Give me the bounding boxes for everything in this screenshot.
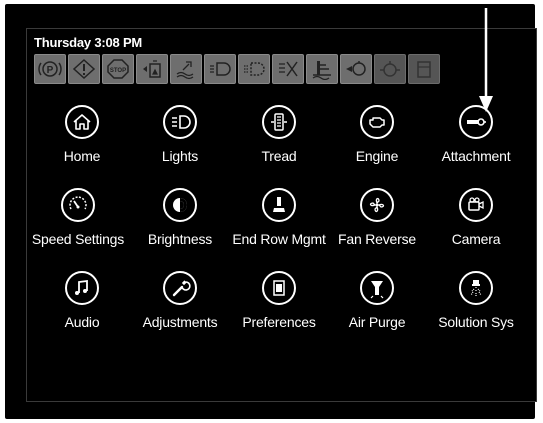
menu-item-adjustments[interactable]: Adjustments bbox=[125, 271, 235, 330]
joystick-icon bbox=[262, 188, 296, 222]
menu-item-speed-settings[interactable]: Speed Settings bbox=[23, 188, 133, 247]
menu-label: Camera bbox=[451, 231, 501, 247]
wrench-icon bbox=[163, 271, 197, 305]
document-icon bbox=[262, 271, 296, 305]
menu-item-tread[interactable]: Tread bbox=[224, 105, 334, 164]
lights-icon bbox=[163, 105, 197, 139]
tread-icon bbox=[262, 105, 296, 139]
home-icon bbox=[65, 105, 99, 139]
menu-label: Air Purge bbox=[348, 314, 406, 330]
menu-item-engine[interactable]: Engine bbox=[322, 105, 432, 164]
menu-item-preferences[interactable]: Preferences bbox=[224, 271, 334, 330]
menu-item-fan-reverse[interactable]: Fan Reverse bbox=[322, 188, 432, 247]
menu-item-end-row-mgmt[interactable]: End Row Mgmt bbox=[224, 188, 334, 247]
high-beam-off-icon bbox=[272, 54, 304, 84]
air-purge-icon bbox=[360, 271, 394, 305]
warning-icon bbox=[68, 54, 100, 84]
menu-label: Solution Sys bbox=[438, 314, 514, 330]
music-note-icon bbox=[65, 271, 99, 305]
tank-level-icon bbox=[136, 54, 168, 84]
menu-item-brightness[interactable]: Brightness bbox=[125, 188, 235, 247]
menu-item-lights[interactable]: Lights bbox=[125, 105, 235, 164]
sprayer-icon bbox=[459, 271, 493, 305]
engine-oil-icon bbox=[340, 54, 372, 84]
pointer-arrow-annotation bbox=[479, 8, 493, 112]
menu-label: Engine bbox=[355, 148, 399, 164]
menu-label: Speed Settings bbox=[31, 231, 125, 247]
menu-label: Home bbox=[63, 148, 101, 164]
menu-item-solution-sys[interactable]: Solution Sys bbox=[421, 271, 531, 330]
fuel-icon bbox=[408, 54, 440, 84]
engine-icon bbox=[360, 105, 394, 139]
parking-brake-icon: P bbox=[34, 54, 66, 84]
brightness-icon bbox=[163, 188, 197, 222]
menu-label: Tread bbox=[261, 148, 297, 164]
date-time-label: Thursday 3:08 PM bbox=[34, 35, 143, 50]
menu-label: Attachment bbox=[441, 148, 511, 164]
menu-label: End Row Mgmt bbox=[232, 231, 326, 247]
menu-item-home[interactable]: Home bbox=[27, 105, 137, 164]
menu-item-air-purge[interactable]: Air Purge bbox=[322, 271, 432, 330]
status-indicator-bar: P STOP bbox=[34, 54, 440, 84]
fan-icon bbox=[360, 188, 394, 222]
filter-icon bbox=[374, 54, 406, 84]
water-temp-icon bbox=[170, 54, 202, 84]
menu-label: Brightness bbox=[147, 231, 213, 247]
menu-label: Audio bbox=[64, 314, 100, 330]
hydraulic-icon bbox=[306, 54, 338, 84]
display-screen: Thursday 3:08 PM P STOP Home Lights Trea… bbox=[26, 28, 537, 402]
stop-icon: STOP bbox=[102, 54, 134, 84]
speedometer-icon bbox=[61, 188, 95, 222]
menu-label: Fan Reverse bbox=[338, 231, 416, 247]
menu-label: Preferences bbox=[242, 314, 316, 330]
right-turn-signal-icon bbox=[238, 54, 270, 84]
menu-item-audio[interactable]: Audio bbox=[27, 271, 137, 330]
svg-text:STOP: STOP bbox=[110, 68, 126, 74]
svg-text:P: P bbox=[47, 65, 54, 76]
left-turn-signal-icon bbox=[204, 54, 236, 84]
menu-label: Lights bbox=[161, 148, 199, 164]
camera-icon bbox=[459, 188, 493, 222]
menu-item-camera[interactable]: Camera bbox=[421, 188, 531, 247]
menu-label: Adjustments bbox=[142, 314, 218, 330]
